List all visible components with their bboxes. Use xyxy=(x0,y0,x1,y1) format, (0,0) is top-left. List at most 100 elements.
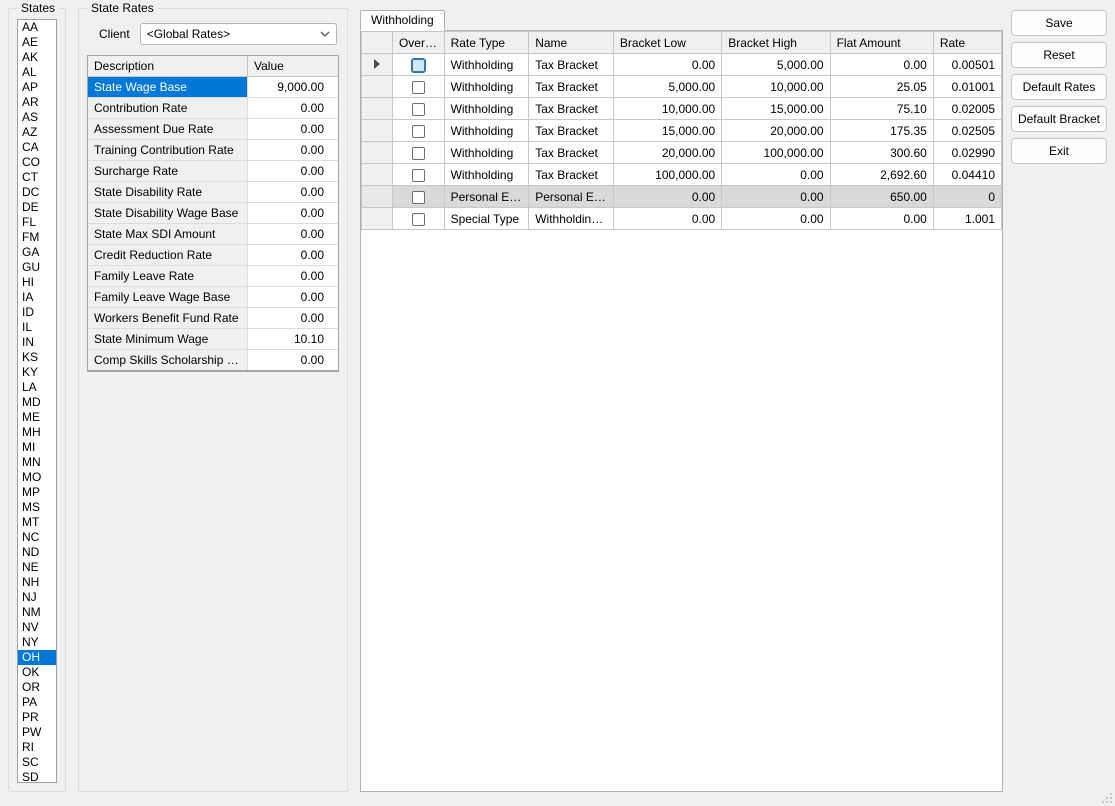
state-item[interactable]: ID xyxy=(18,305,56,320)
override-checkbox[interactable] xyxy=(412,81,425,94)
state-item[interactable]: AS xyxy=(18,110,56,125)
withholding-row[interactable]: Special TypeWithholding ...0.000.000.001… xyxy=(362,208,1002,230)
state-item[interactable]: NV xyxy=(18,620,56,635)
state-item[interactable]: PR xyxy=(18,710,56,725)
rates-row[interactable]: Surcharge Rate0.00 xyxy=(88,161,338,182)
withholding-row-header[interactable] xyxy=(362,98,393,120)
override-checkbox[interactable] xyxy=(412,147,425,160)
withholding-grid[interactable]: Override Rate Type Name Bracket Low Brac… xyxy=(361,31,1002,230)
rates-row[interactable]: Family Leave Rate0.00 xyxy=(88,266,338,287)
withholding-cell-name[interactable]: Personal Exe... xyxy=(529,186,614,208)
withholding-cell-bracket-low[interactable]: 100,000.00 xyxy=(613,164,721,186)
withholding-cell-rate-type[interactable]: Withholding xyxy=(444,54,529,76)
state-item[interactable]: AP xyxy=(18,80,56,95)
withholding-cell-bracket-high[interactable]: 0.00 xyxy=(722,164,830,186)
default-bracket-button[interactable]: Default Bracket xyxy=(1011,106,1107,132)
state-item[interactable]: CT xyxy=(18,170,56,185)
withholding-cell-bracket-low[interactable]: 0.00 xyxy=(613,54,721,76)
state-item[interactable]: AA xyxy=(18,20,56,35)
state-item[interactable]: SC xyxy=(18,755,56,770)
state-item[interactable]: KS xyxy=(18,350,56,365)
rates-row[interactable]: State Disability Rate0.00 xyxy=(88,182,338,203)
withholding-cell-name[interactable]: Tax Bracket xyxy=(529,120,614,142)
rates-cell-value[interactable]: 0.00 xyxy=(248,266,330,286)
withholding-cell-rate-type[interactable]: Withholding xyxy=(444,98,529,120)
rates-cell-value[interactable]: 0.00 xyxy=(248,98,330,118)
withholding-row[interactable]: WithholdingTax Bracket15,000.0020,000.00… xyxy=(362,120,1002,142)
exit-button[interactable]: Exit xyxy=(1011,138,1107,164)
rates-cell-value[interactable]: 0.00 xyxy=(248,182,330,202)
state-item[interactable]: NH xyxy=(18,575,56,590)
withholding-cell-rate[interactable]: 1.001 xyxy=(933,208,1001,230)
withholding-header-bracket-high[interactable]: Bracket High xyxy=(722,32,830,54)
state-item[interactable]: OK xyxy=(18,665,56,680)
state-item[interactable]: PW xyxy=(18,725,56,740)
withholding-row[interactable]: WithholdingTax Bracket10,000.0015,000.00… xyxy=(362,98,1002,120)
withholding-cell-flat-amount[interactable]: 0.00 xyxy=(830,208,933,230)
withholding-cell-bracket-low[interactable]: 5,000.00 xyxy=(613,76,721,98)
state-item[interactable]: MI xyxy=(18,440,56,455)
rates-cell-value[interactable]: 0.00 xyxy=(248,245,330,265)
rates-cell-value[interactable]: 0.00 xyxy=(248,161,330,181)
state-item[interactable]: NC xyxy=(18,530,56,545)
withholding-cell-name[interactable]: Withholding ... xyxy=(529,208,614,230)
withholding-cell-bracket-high[interactable]: 0.00 xyxy=(722,186,830,208)
withholding-cell-rate[interactable]: 0 xyxy=(933,186,1001,208)
withholding-cell-flat-amount[interactable]: 0.00 xyxy=(830,54,933,76)
reset-button[interactable]: Reset xyxy=(1011,42,1107,68)
withholding-cell-flat-amount[interactable]: 650.00 xyxy=(830,186,933,208)
withholding-cell-bracket-high[interactable]: 20,000.00 xyxy=(722,120,830,142)
rates-row[interactable]: Contribution Rate0.00 xyxy=(88,98,338,119)
withholding-row-header[interactable] xyxy=(362,120,393,142)
withholding-row[interactable]: WithholdingTax Bracket100,000.000.002,69… xyxy=(362,164,1002,186)
withholding-cell-override[interactable] xyxy=(392,164,444,186)
withholding-cell-bracket-low[interactable]: 0.00 xyxy=(613,186,721,208)
state-item[interactable]: KY xyxy=(18,365,56,380)
withholding-cell-bracket-high[interactable]: 0.00 xyxy=(722,208,830,230)
withholding-cell-name[interactable]: Tax Bracket xyxy=(529,98,614,120)
state-item[interactable]: CO xyxy=(18,155,56,170)
rates-row[interactable]: State Disability Wage Base0.00 xyxy=(88,203,338,224)
withholding-cell-flat-amount[interactable]: 25.05 xyxy=(830,76,933,98)
state-item[interactable]: AK xyxy=(18,50,56,65)
rates-cell-value[interactable]: 0.00 xyxy=(248,203,330,223)
withholding-cell-rate-type[interactable]: Withholding xyxy=(444,120,529,142)
withholding-cell-name[interactable]: Tax Bracket xyxy=(529,164,614,186)
withholding-cell-override[interactable] xyxy=(392,54,444,76)
rates-row[interactable]: Comp Skills Scholarship Fund...0.00 xyxy=(88,350,338,371)
withholding-cell-override[interactable] xyxy=(392,120,444,142)
client-select[interactable]: <Global Rates> xyxy=(140,23,337,45)
withholding-cell-override[interactable] xyxy=(392,98,444,120)
withholding-row-header[interactable] xyxy=(362,142,393,164)
withholding-cell-rate[interactable]: 0.01001 xyxy=(933,76,1001,98)
withholding-cell-rate[interactable]: 0.02505 xyxy=(933,120,1001,142)
withholding-header-flat-amount[interactable]: Flat Amount xyxy=(830,32,933,54)
rates-row[interactable]: Training Contribution Rate0.00 xyxy=(88,140,338,161)
withholding-row[interactable]: WithholdingTax Bracket20,000.00100,000.0… xyxy=(362,142,1002,164)
save-button[interactable]: Save xyxy=(1011,10,1107,36)
withholding-row-header[interactable] xyxy=(362,186,393,208)
rates-row[interactable]: Workers Benefit Fund Rate0.00 xyxy=(88,308,338,329)
state-item[interactable]: NJ xyxy=(18,590,56,605)
state-item[interactable]: LA xyxy=(18,380,56,395)
state-item[interactable]: MT xyxy=(18,515,56,530)
withholding-cell-rate-type[interactable]: Withholding xyxy=(444,142,529,164)
withholding-cell-bracket-high[interactable]: 10,000.00 xyxy=(722,76,830,98)
rates-cell-value[interactable]: 0.00 xyxy=(248,287,330,307)
withholding-cell-flat-amount[interactable]: 75.10 xyxy=(830,98,933,120)
states-list[interactable]: AAAEAKALAPARASAZCACOCTDCDEFLFMGAGUHIIAID… xyxy=(17,19,57,783)
state-item[interactable]: GU xyxy=(18,260,56,275)
state-item[interactable]: MD xyxy=(18,395,56,410)
withholding-cell-rate[interactable]: 0.04410 xyxy=(933,164,1001,186)
default-rates-button[interactable]: Default Rates xyxy=(1011,74,1107,100)
rates-row[interactable]: Family Leave Wage Base0.00 xyxy=(88,287,338,308)
override-checkbox[interactable] xyxy=(412,59,425,72)
rates-row[interactable]: Assessment Due Rate0.00 xyxy=(88,119,338,140)
withholding-cell-override[interactable] xyxy=(392,142,444,164)
withholding-cell-bracket-high[interactable]: 100,000.00 xyxy=(722,142,830,164)
withholding-cell-override[interactable] xyxy=(392,186,444,208)
override-checkbox[interactable] xyxy=(412,125,425,138)
override-checkbox[interactable] xyxy=(412,191,425,204)
withholding-cell-name[interactable]: Tax Bracket xyxy=(529,76,614,98)
withholding-cell-rate-type[interactable]: Personal Exe... xyxy=(444,186,529,208)
